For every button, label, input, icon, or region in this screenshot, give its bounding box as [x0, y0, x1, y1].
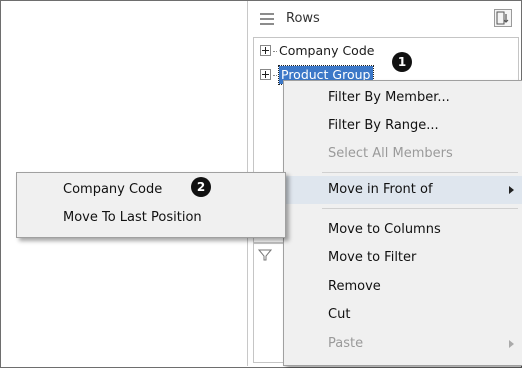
menu-move-in-front-of[interactable]: Move in Front of	[284, 176, 522, 204]
menu-move-to-columns[interactable]: Move to Columns	[284, 216, 522, 244]
submenu-company-code[interactable]: Company Code	[17, 176, 285, 204]
expand-icon[interactable]	[260, 45, 271, 56]
menu-remove[interactable]: Remove	[284, 273, 522, 301]
menu-separator	[322, 172, 518, 173]
menu-cut[interactable]: Cut	[284, 301, 522, 329]
callout-badge-1: 1	[392, 52, 412, 72]
move-in-front-submenu: Company Code Move To Last Position	[16, 172, 286, 238]
submenu-move-to-last-position[interactable]: Move To Last Position	[17, 204, 285, 232]
rows-icon	[260, 13, 274, 25]
submenu-arrow-icon	[509, 186, 514, 194]
callout-badge-2: 2	[191, 177, 211, 197]
submenu-arrow-icon	[509, 340, 514, 348]
defer-update-icon	[496, 11, 509, 25]
menu-paste: Paste	[284, 330, 522, 358]
defer-layout-update-button[interactable]	[494, 9, 512, 27]
menu-move-to-filter[interactable]: Move to Filter	[284, 244, 522, 272]
tree-item-company-code[interactable]: Company Code	[260, 42, 374, 60]
context-menu: Filter By Member... Filter By Range... S…	[283, 80, 522, 366]
rows-header: Rows	[256, 5, 514, 35]
expand-icon[interactable]	[260, 69, 271, 80]
rows-title: Rows	[286, 11, 320, 26]
menu-filter-by-range[interactable]: Filter By Range...	[284, 112, 522, 140]
menu-select-all-members: Select All Members	[328, 146, 453, 161]
menu-separator	[322, 208, 518, 209]
menu-filter-by-member[interactable]: Filter By Member...	[284, 84, 522, 112]
filter-icon	[258, 249, 272, 261]
